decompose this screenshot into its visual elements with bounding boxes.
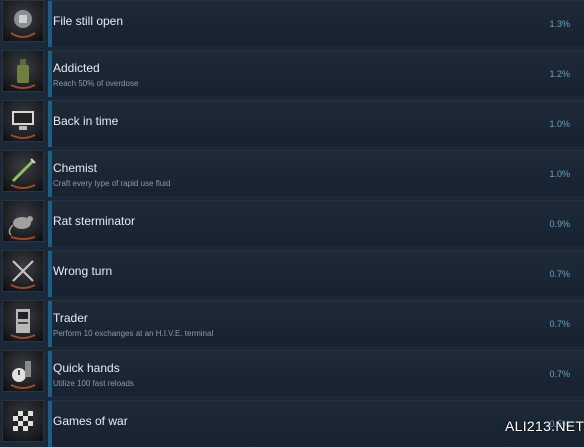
- unlock-percentage: 0.7%: [549, 269, 570, 279]
- terminal-icon: [2, 300, 44, 342]
- progress-accent-bar: [48, 201, 52, 247]
- computer-icon: [2, 100, 44, 142]
- achievement-row: Quick hands Utilize 100 fast reloads 0.7%: [0, 350, 584, 397]
- achievement-row: Chemist Craft every type of rapid use flu…: [0, 150, 584, 197]
- achievement-row: Trader Perform 10 exchanges at an H.I.V.E…: [0, 300, 584, 347]
- achievement-row: Games of war 0.5%: [0, 400, 584, 447]
- fbi-badge-icon: [2, 0, 44, 42]
- unlock-percentage: 0.7%: [549, 319, 570, 329]
- achievement-title: Trader: [53, 311, 88, 325]
- achievement-title: Addicted: [53, 61, 100, 75]
- progress-accent-bar: [48, 251, 52, 297]
- progress-accent-bar: [48, 301, 52, 347]
- rat-icon: [2, 200, 44, 242]
- achievement-title: Rat sterminator: [53, 214, 136, 228]
- achievement-title: File still open: [53, 14, 124, 28]
- achievement-panel: Trader Perform 10 exchanges at an H.I.V.E…: [48, 300, 584, 347]
- unlock-percentage: 0.7%: [549, 369, 570, 379]
- chessboard-icon: [2, 400, 44, 442]
- achievement-panel: Games of war 0.5%: [48, 400, 584, 447]
- achievement-panel: Addicted Reach 50% of overdose 1.2%: [48, 50, 584, 97]
- achievement-panel: Quick hands Utilize 100 fast reloads 0.7%: [48, 350, 584, 397]
- achievement-title: Back in time: [53, 114, 119, 128]
- unlock-percentage: 0.9%: [549, 219, 570, 229]
- progress-accent-bar: [48, 51, 52, 97]
- achievement-row: Rat sterminator 0.9%: [0, 200, 584, 247]
- achievement-row: Wrong turn 0.7%: [0, 250, 584, 297]
- watermark: ALI213.NET: [505, 418, 584, 434]
- bottle-icon: [2, 50, 44, 92]
- unlock-percentage: 1.0%: [549, 169, 570, 179]
- achievement-title: Games of war: [53, 414, 128, 428]
- achievement-row: File still open 1.3%: [0, 0, 584, 47]
- progress-accent-bar: [48, 1, 52, 47]
- achievement-panel: Rat sterminator 0.9%: [48, 200, 584, 247]
- progress-accent-bar: [48, 101, 52, 147]
- achievement-panel: Chemist Craft every type of rapid use flu…: [48, 150, 584, 197]
- progress-accent-bar: [48, 151, 52, 197]
- achievement-title: Quick hands: [53, 361, 120, 375]
- achievement-panel: Back in time 1.0%: [48, 100, 584, 147]
- unlock-percentage: 1.3%: [549, 19, 570, 29]
- progress-accent-bar: [48, 401, 52, 447]
- achievement-title: Chemist: [53, 161, 98, 175]
- achievement-description: Utilize 100 fast reloads: [53, 379, 134, 388]
- unlock-percentage: 1.2%: [549, 69, 570, 79]
- crossed-sticks-icon: [2, 250, 44, 292]
- syringe-icon: [2, 150, 44, 192]
- achievement-row: Addicted Reach 50% of overdose 1.2%: [0, 50, 584, 97]
- achievement-panel: File still open 1.3%: [48, 0, 584, 47]
- achievement-description: Perform 10 exchanges at an H.I.V.E. term…: [53, 329, 214, 338]
- achievement-title: Wrong turn: [53, 264, 113, 278]
- achievement-panel: Wrong turn 0.7%: [48, 250, 584, 297]
- achievement-row: Back in time 1.0%: [0, 100, 584, 147]
- achievement-description: Craft every type of rapid use fluid: [53, 179, 171, 188]
- progress-accent-bar: [48, 351, 52, 397]
- achievement-description: Reach 50% of overdose: [53, 79, 139, 88]
- stopwatch-icon: [2, 350, 44, 392]
- unlock-percentage: 1.0%: [549, 119, 570, 129]
